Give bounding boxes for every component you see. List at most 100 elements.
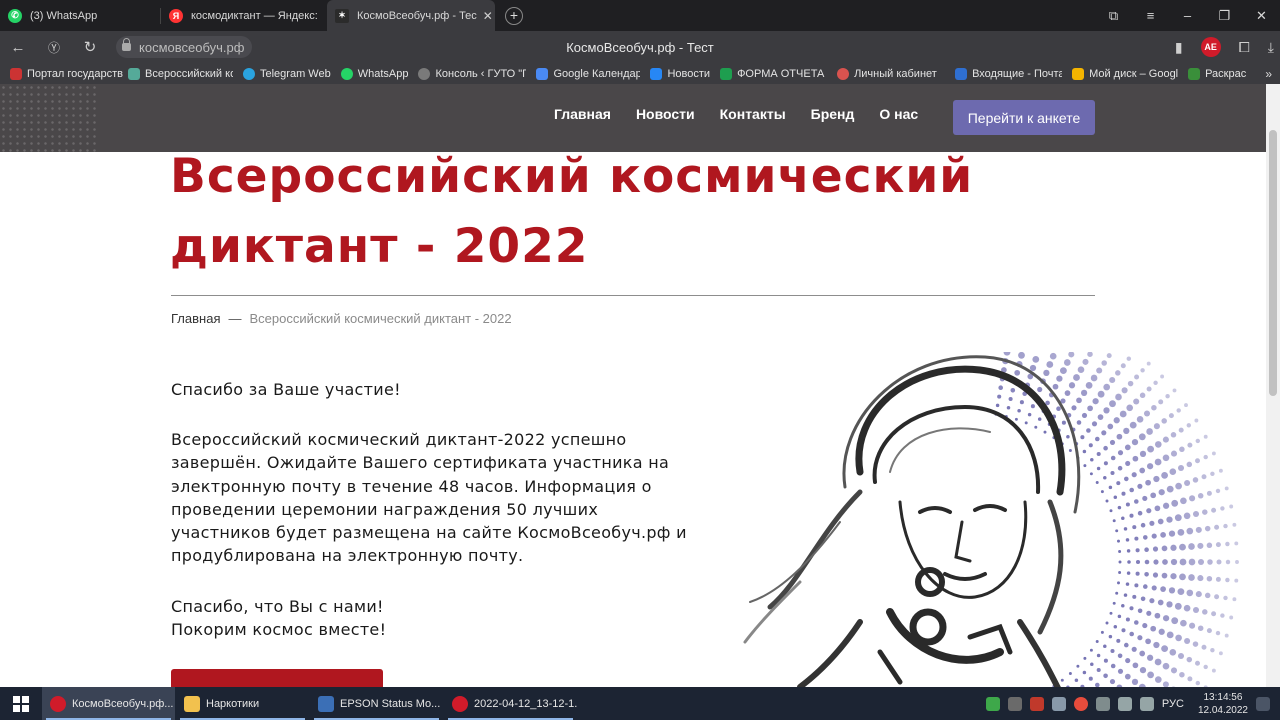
halftone-dot [1175,634,1182,642]
taskbar-item-recording[interactable]: 2022-04-12_13-12-1... [444,687,577,720]
tab-label: КосмоВсеобуч.рф - Тес [357,9,477,22]
halftone-dot [1161,545,1168,552]
halftone-dot [1195,458,1200,464]
wifi-icon[interactable] [1117,696,1132,711]
halftone-dot [1169,468,1177,476]
volume-icon[interactable] [1139,696,1154,711]
taskbar-item-folder[interactable]: Наркотики [176,687,309,720]
bookmark-item[interactable]: Новости [650,67,711,80]
tool-icon[interactable] [1007,696,1022,711]
profile-avatar[interactable]: AE [1200,37,1221,57]
tab-manager-icon[interactable]: ⧉ [1095,8,1132,24]
bookmark-icon[interactable]: ▮ [1175,39,1183,56]
reload-icon[interactable]: ↻ [72,38,108,56]
halftone-dot [1197,625,1204,631]
restore-icon[interactable]: ❐ [1206,8,1243,24]
taskbar-item-browser[interactable]: КосмоВсеобуч.рф... [42,687,175,720]
bookmark-item[interactable]: ФОРМА ОТЧЕТА к [720,67,827,80]
halftone-dot [1117,614,1122,619]
bookmark-item[interactable]: Всероссийский ко [128,67,233,80]
halftone-dot [1006,405,1011,410]
halftone-dot [1201,644,1207,650]
bookmark-item[interactable]: Мой диск – Googl [1072,67,1178,80]
extensions-icon[interactable]: ⧠ [1239,39,1250,56]
hero-title: Всероссийский космический диктант - 2022 [170,152,1070,282]
bookmark-item[interactable]: Консоль ‹ ГУТО "Г [418,67,527,80]
security-icon[interactable] [985,696,1000,711]
bookmark-item[interactable]: Раскрас [1188,67,1246,80]
nav-about[interactable]: О нас [879,106,918,122]
halftone-dot [1060,678,1064,682]
clock[interactable]: 13:14:56 12.04.2022 [1198,691,1248,717]
halftone-dot [1046,361,1054,368]
minimize-icon[interactable]: – [1169,8,1206,23]
halftone-dot [1125,502,1130,507]
back-icon[interactable]: ← [0,39,36,56]
language-indicator[interactable]: РУС [1162,698,1184,710]
halftone-dot [1224,633,1229,638]
halftone-dot [1195,680,1201,686]
notifications-icon[interactable] [1256,696,1270,711]
network-icon[interactable] [1051,696,1066,711]
halftone-dot [1113,417,1120,424]
halftone-dot [1090,374,1098,382]
yandex-home-icon[interactable]: Ⓨ [36,39,72,56]
more-bookmarks-icon[interactable]: » [1265,67,1272,81]
bookmark-item[interactable]: Входящие - Почта [955,67,1062,80]
bookmark-item[interactable]: WhatsApp [340,67,408,80]
halftone-dot [1103,644,1107,649]
bookmark-item[interactable]: Telegram Web [243,67,331,80]
halftone-dot [1140,368,1145,373]
halftone-dot [1115,370,1121,376]
halftone-dot [1140,522,1146,528]
halftone-dot [1127,560,1131,564]
url-field[interactable]: космовсеобуч.рф [116,36,253,58]
action-button[interactable] [171,669,383,687]
bookmark-item[interactable]: Google Календарь [536,67,640,80]
halftone-dot [1106,353,1112,359]
halftone-dot [1074,678,1079,682]
halftone-dot [1008,396,1013,402]
windows-logo-icon [13,695,29,712]
nav-news[interactable]: Новости [636,106,695,122]
nav-home[interactable]: Главная [554,106,611,122]
yandex-tray-icon[interactable] [1073,696,1088,711]
close-window-icon[interactable]: ✕ [1243,8,1280,24]
close-icon[interactable]: ✕ [477,9,493,23]
cabinet-icon [837,67,850,80]
nav-brand[interactable]: Бренд [811,106,855,122]
go-to-survey-button[interactable]: Перейти к анкете [953,100,1095,135]
tab-yandex-search[interactable]: Я космодиктант — Яндекс: [161,0,327,31]
address-bar: КосмоВсеобуч.рф - Тест ← Ⓨ ↻ космовсеобу… [0,31,1280,63]
halftone-dot [1112,601,1116,605]
halftone-dot [1043,369,1050,377]
halftone-dot [1139,450,1147,458]
halftone-dot [1109,679,1116,685]
chat-icon[interactable] [1095,696,1110,711]
page-scrollbar[interactable] [1266,84,1280,687]
scrollbar-thumb[interactable] [1269,130,1277,396]
result-paragraph: Всероссийский космический диктант-2022 у… [171,428,687,568]
halftone-dot [1037,417,1042,421]
app-tray-icon[interactable] [1029,696,1044,711]
windows-start-icon[interactable] [0,687,42,720]
bookmark-item[interactable]: Портал государств [10,67,123,80]
halftone-dot [1134,620,1139,625]
halftone-dot [1169,648,1177,656]
halftone-dot [1110,663,1116,669]
nav-contacts[interactable]: Контакты [720,106,786,122]
new-tab-button[interactable]: + [505,6,523,25]
tab-whatsapp[interactable]: ✆ (3) WhatsApp [0,0,160,31]
bookmark-label: Портал государств [27,67,123,80]
bookmark-label: Консоль ‹ ГУТО "Г [435,67,527,80]
bookmark-item[interactable]: Личный кабинет [837,67,945,80]
halftone-dot [1146,654,1154,661]
breadcrumb-home[interactable]: Главная [171,311,220,326]
tab-kosmovseobuch[interactable]: ✶ КосмоВсеобуч.рф - Тес ✕ [327,0,495,31]
download-icon[interactable]: ⤓ [1268,39,1274,56]
menu-icon[interactable]: ≡ [1132,8,1169,23]
halftone-dot [1100,490,1104,494]
halftone-dot [1137,483,1143,489]
bookmark-label: Новости [667,67,711,80]
taskbar-item-epson[interactable]: EPSON Status Mo... [310,687,443,720]
